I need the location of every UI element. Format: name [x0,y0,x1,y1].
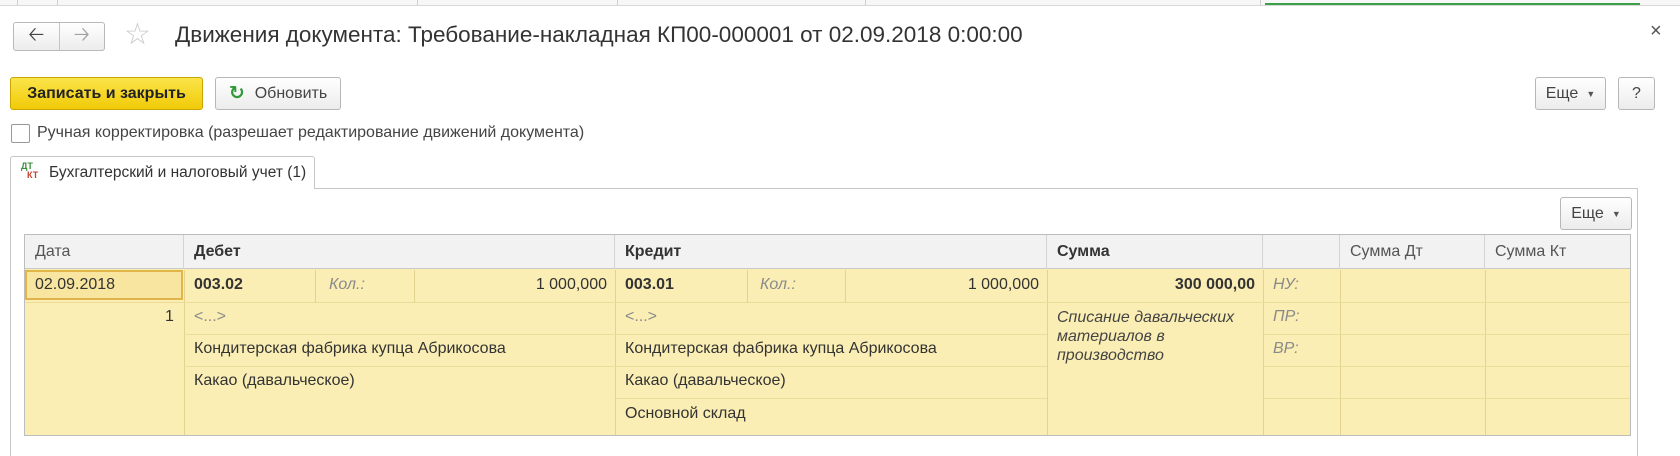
tab-label: Бухгалтерский и налоговый учет (1) [49,164,307,181]
manual-correction-label[interactable]: Ручная корректировка (разрешает редактир… [37,124,584,142]
refresh-button[interactable]: ↻ Обновить [215,77,341,110]
arrow-right-icon: 🡢 [73,23,90,46]
back-button[interactable]: 🡠 [14,23,59,50]
refresh-icon: ↻ [228,83,245,104]
more-menu-button[interactable]: Еще ▼ [1535,77,1606,110]
window-title: Движения документа: Требование-накладная… [175,22,1023,47]
star-icon[interactable]: ☆ [124,20,151,50]
help-button[interactable]: ? [1618,77,1655,110]
save-and-close-button[interactable]: Записать и закрыть [10,77,203,110]
close-icon[interactable]: × [1650,20,1662,43]
arrow-left-icon: 🡠 [28,23,45,46]
tab-accounting-tax[interactable]: ДТ КТ Бухгалтерский и налоговый учет (1) [10,156,315,189]
debit-credit-icon: ДТ КТ [21,161,39,180]
manual-correction-checkbox[interactable] [11,124,30,143]
top-tab-strip [0,0,1680,6]
refresh-label: Обновить [254,84,328,102]
caret-down-icon: ▼ [1586,88,1596,99]
active-tab-indicator [1265,3,1640,5]
navigation-buttons: 🡠 🡢 [13,22,105,51]
forward-button[interactable]: 🡢 [58,23,105,50]
more-label: Еще [1545,84,1579,102]
tab-panel [10,188,1638,456]
